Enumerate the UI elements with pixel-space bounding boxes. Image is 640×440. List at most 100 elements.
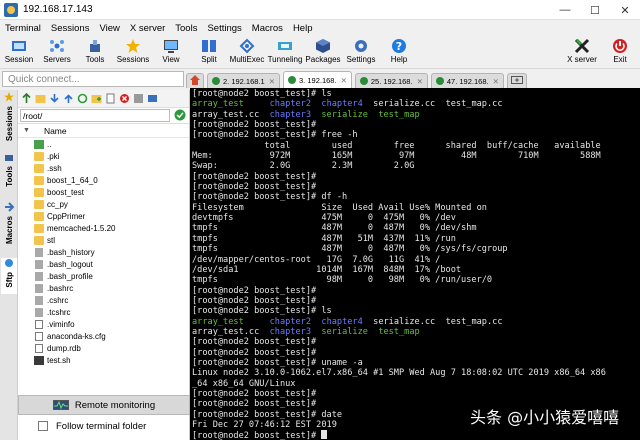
file-row[interactable]: CppPrimer <box>18 210 189 222</box>
help-button[interactable]: ? Help <box>380 36 418 68</box>
new-tab-button[interactable] <box>506 73 527 88</box>
file-list-header[interactable]: ▼ Name <box>18 124 189 138</box>
terminal-line: array_test chapter2 chapter4 serialize.c… <box>192 99 640 109</box>
sessions-button[interactable]: Sessions <box>114 36 152 68</box>
tab-close-icon[interactable]: ✕ <box>493 77 499 86</box>
session-button[interactable]: Session <box>0 36 38 68</box>
folder-open-icon[interactable] <box>34 92 47 105</box>
properties-icon[interactable] <box>132 92 145 105</box>
file-name: cc_py <box>47 199 68 209</box>
menu-macros[interactable]: Macros <box>247 23 288 34</box>
file-row[interactable]: cc_py <box>18 198 189 210</box>
home-tab[interactable] <box>186 73 204 88</box>
file-row[interactable]: anaconda-ks.cfg <box>18 330 189 342</box>
tab-session-25[interactable]: 25. 192.168. ✕ <box>354 73 428 88</box>
file-icon <box>35 331 43 341</box>
servers-button[interactable]: Servers <box>38 36 76 68</box>
refresh-icon[interactable] <box>76 92 89 105</box>
menu-x-server[interactable]: X server <box>125 23 170 34</box>
terminal-text: [root@node2 boost_test]# <box>192 347 317 358</box>
view-button[interactable]: View <box>152 36 190 68</box>
file-row[interactable]: .bash_profile <box>18 270 189 282</box>
terminal-text: [root@node2 boost_test]# ls <box>192 306 332 317</box>
tab-close-icon[interactable]: ✕ <box>269 77 275 86</box>
home-icon <box>190 75 200 87</box>
upload-icon[interactable] <box>62 92 75 105</box>
menu-tools[interactable]: Tools <box>170 23 202 34</box>
up-arrow-icon[interactable] <box>20 92 33 105</box>
maximize-button[interactable]: ☐ <box>580 0 610 20</box>
tools-button[interactable]: Tools <box>76 36 114 68</box>
column-name: Name <box>43 125 67 136</box>
tab-close-icon[interactable]: ✕ <box>341 76 347 85</box>
tab-close-icon[interactable]: ✕ <box>417 77 423 86</box>
file-row[interactable]: .bash_logout <box>18 258 189 270</box>
menu-terminal[interactable]: Terminal <box>0 23 46 34</box>
follow-terminal-folder-toggle[interactable]: Follow terminal folder <box>18 417 190 435</box>
file-row[interactable]: stl <box>18 234 189 246</box>
new-file-icon[interactable] <box>104 92 117 105</box>
file-row[interactable]: memcached-1.5.20 <box>18 222 189 234</box>
new-folder-icon[interactable] <box>90 92 103 105</box>
settings-button[interactable]: Settings <box>342 36 380 68</box>
minimize-button[interactable]: — <box>550 0 580 20</box>
tunneling-button[interactable]: Tunneling <box>266 36 304 68</box>
quick-connect-input[interactable]: Quick connect... <box>2 71 184 87</box>
side-tab-tools[interactable]: Tools <box>1 152 17 187</box>
terminal-line: tmpfs 98M 0 98M 0% /run/user/0 <box>192 275 640 285</box>
exit-button[interactable]: Exit <box>602 36 638 64</box>
sync-icon[interactable] <box>146 92 159 105</box>
terminal-text: [root@node2 boost_test]# free -h <box>192 130 358 141</box>
file-row[interactable]: boost_1_64_0 <box>18 174 189 186</box>
terminal-line: [root@node2 boost_test]# df -h <box>192 192 640 202</box>
terminal-line: tmpfs 487M 0 487M 0% /dev/shm <box>192 223 640 233</box>
tunneling-icon <box>277 38 293 54</box>
multiexec-button[interactable]: MultiExec <box>228 36 266 68</box>
tab-session-47[interactable]: 47. 192.168. ✕ <box>430 73 504 88</box>
session-status-icon <box>435 77 444 85</box>
download-icon[interactable] <box>48 92 61 105</box>
tab-session-3[interactable]: 3. 192.168. ✕ <box>283 71 352 88</box>
side-tabs: Sessions Tools Macros Sftp <box>0 90 18 440</box>
menu-view[interactable]: View <box>94 23 124 34</box>
menu-settings[interactable]: Settings <box>202 23 246 34</box>
file-row[interactable]: .. <box>18 138 189 150</box>
side-tab-sessions[interactable]: Sessions <box>1 92 17 141</box>
file-row[interactable]: .viminfo <box>18 318 189 330</box>
file-row[interactable]: .tcshrc <box>18 306 189 318</box>
terminal-output[interactable]: [root@node2 boost_test]# ls array_test ch… <box>190 88 640 440</box>
menu-help[interactable]: Help <box>288 23 318 34</box>
terminal-line: [root@node2 boost_test]# <box>192 389 640 399</box>
terminal-text: [root@node2 boost_test]# <box>192 431 322 440</box>
file-icon <box>35 295 43 305</box>
file-row[interactable]: .cshrc <box>18 294 189 306</box>
delete-icon[interactable] <box>118 92 131 105</box>
path-input[interactable]: /root/ <box>20 109 170 122</box>
tab-session-2[interactable]: 2. 192.168.1 ✕ <box>207 73 281 88</box>
file-row[interactable]: dump.rdb <box>18 342 189 354</box>
check-icon[interactable] <box>174 109 186 123</box>
menu-sessions[interactable]: Sessions <box>46 23 95 34</box>
terminal-text: array_test.cc <box>192 109 270 120</box>
file-row[interactable]: .bashrc <box>18 282 189 294</box>
side-tab-macros[interactable]: Macros <box>1 202 17 244</box>
sftp-toolbar <box>18 90 189 108</box>
session-tabs: 2. 192.168.1 ✕ 3. 192.168. ✕ 25. 192.168… <box>186 71 640 88</box>
terminal-line: tmpfs 487M 0 487M 0% /sys/fs/cgroup <box>192 244 640 254</box>
close-button[interactable]: ✕ <box>610 0 640 20</box>
split-button[interactable]: Split <box>190 36 228 68</box>
file-row[interactable]: .bash_history <box>18 246 189 258</box>
follow-folder-checkbox[interactable] <box>38 421 48 431</box>
side-tab-sftp[interactable]: Sftp <box>1 258 17 294</box>
terminal-text: serialize.cc test_map.cc <box>362 99 503 110</box>
remote-monitoring-button[interactable]: Remote monitoring <box>18 395 190 415</box>
packages-button[interactable]: Packages <box>304 36 342 68</box>
file-row[interactable]: .pki <box>18 150 189 162</box>
file-row[interactable]: test.sh <box>18 354 189 366</box>
session-icon <box>11 38 27 54</box>
xserver-button[interactable]: X server <box>563 36 601 64</box>
file-row[interactable]: boost_test <box>18 186 189 198</box>
file-row[interactable]: .ssh <box>18 162 189 174</box>
